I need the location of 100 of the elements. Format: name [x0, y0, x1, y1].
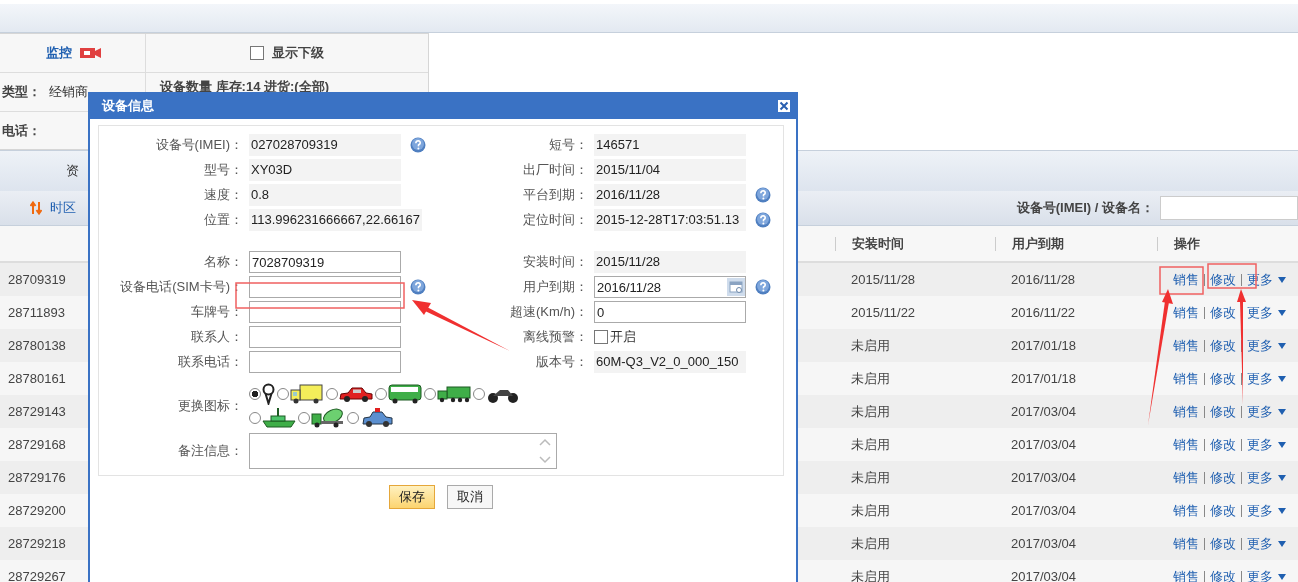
- help-icon[interactable]: [410, 279, 426, 295]
- calendar-icon[interactable]: [727, 278, 745, 296]
- help-icon[interactable]: [410, 137, 426, 153]
- field-label: 电话：: [2, 121, 41, 140]
- cancel-button[interactable]: 取消: [447, 485, 493, 509]
- table-cell-text: 2017/03/04: [1010, 404, 1078, 419]
- field-label: 速度：: [204, 187, 243, 202]
- table-cell-text: 未启用: [850, 567, 891, 582]
- action-link[interactable]: 销售: [1173, 369, 1199, 388]
- action-link[interactable]: 销售: [1173, 435, 1199, 454]
- action-link[interactable]: 更多: [1247, 468, 1273, 487]
- action-link[interactable]: 销售: [1173, 534, 1199, 553]
- caret-icon[interactable]: [1278, 375, 1286, 382]
- table-cell-text: 2017/03/04: [1010, 470, 1078, 485]
- caret-icon[interactable]: [1278, 441, 1286, 448]
- input-field[interactable]: 7028709319: [249, 251, 401, 273]
- table-cell-text: 未启用: [850, 435, 891, 454]
- help-icon[interactable]: [755, 279, 771, 295]
- help-icon[interactable]: [755, 187, 771, 203]
- checkbox[interactable]: [594, 330, 608, 344]
- table-cell-text: 未启用: [850, 336, 891, 355]
- table-cell: 28780138: [8, 338, 66, 353]
- mixer-truck-icon: [311, 407, 345, 429]
- checkbox[interactable]: [250, 46, 264, 60]
- search-field[interactable]: [1160, 196, 1298, 220]
- radio-button[interactable]: [473, 388, 485, 400]
- close-icon[interactable]: [778, 99, 790, 112]
- field-value: 027028709319: [249, 134, 401, 156]
- action-link[interactable]: 更多: [1247, 270, 1273, 289]
- column-header[interactable]: 用户到期: [995, 236, 1157, 251]
- action-link[interactable]: 修改: [1210, 369, 1236, 388]
- action-link[interactable]: 更多: [1247, 534, 1273, 553]
- action-link[interactable]: 修改: [1210, 435, 1236, 454]
- input-field[interactable]: [249, 351, 401, 373]
- radio-button[interactable]: [298, 412, 310, 424]
- radio-button[interactable]: [326, 388, 338, 400]
- input-field[interactable]: [249, 301, 401, 323]
- action-link[interactable]: 修改: [1210, 534, 1236, 553]
- column-header[interactable]: 操作: [1157, 236, 1298, 251]
- action-link[interactable]: 修改: [1210, 567, 1236, 582]
- timezone-button[interactable]: 时区: [30, 199, 76, 217]
- action-link[interactable]: 更多: [1247, 501, 1273, 520]
- action-link[interactable]: 修改: [1210, 402, 1236, 421]
- action-link[interactable]: 更多: [1247, 336, 1273, 355]
- radio-button[interactable]: [277, 388, 289, 400]
- action-link[interactable]: 更多: [1247, 435, 1273, 454]
- truck-icon: [290, 383, 324, 405]
- action-link[interactable]: 更多: [1247, 567, 1273, 582]
- action-link[interactable]: 更多: [1247, 402, 1273, 421]
- help-icon[interactable]: [755, 212, 771, 228]
- action-link[interactable]: 销售: [1173, 501, 1199, 520]
- tab[interactable]: 资: [66, 162, 79, 180]
- field-value: 146571: [594, 134, 746, 156]
- action-link[interactable]: 销售: [1173, 270, 1199, 289]
- caret-icon[interactable]: [1278, 408, 1286, 415]
- radio-button[interactable]: [347, 412, 359, 424]
- table-cell-text: 2017/01/18: [1010, 338, 1078, 353]
- action-link[interactable]: 修改: [1210, 336, 1236, 355]
- action-link[interactable]: 销售: [1173, 567, 1199, 582]
- action-link[interactable]: 修改: [1210, 303, 1236, 322]
- column-header[interactable]: 安装时间: [835, 236, 995, 251]
- video-camera-icon: [79, 47, 102, 59]
- action-link[interactable]: 修改: [1210, 468, 1236, 487]
- radio-button[interactable]: [249, 412, 261, 424]
- action-link[interactable]: 更多: [1247, 369, 1273, 388]
- radio-button[interactable]: [424, 388, 436, 400]
- action-link[interactable]: 修改: [1210, 501, 1236, 520]
- table-cell: 28729218: [8, 536, 66, 551]
- input-field[interactable]: [249, 276, 401, 298]
- radio-button[interactable]: [249, 388, 261, 400]
- radio-button[interactable]: [375, 388, 387, 400]
- field-label: 车牌号：: [191, 304, 243, 319]
- table-cell: 28729200: [8, 503, 66, 518]
- action-link[interactable]: 更多: [1247, 303, 1273, 322]
- table-cell: 28711893: [8, 305, 65, 320]
- field-label: 联系人：: [191, 329, 243, 344]
- action-link[interactable]: 销售: [1173, 336, 1199, 355]
- date-field[interactable]: 2016/11/28: [594, 276, 746, 298]
- caret-icon[interactable]: [1278, 309, 1286, 316]
- monitor-link[interactable]: 监控: [45, 44, 72, 62]
- action-link[interactable]: 销售: [1173, 468, 1199, 487]
- save-button[interactable]: 保存: [389, 485, 435, 509]
- action-link[interactable]: 销售: [1173, 303, 1199, 322]
- table-cell-text: 未启用: [850, 468, 891, 487]
- field-value: 60M-Q3_V2_0_000_150: [594, 351, 746, 373]
- caret-icon[interactable]: [1278, 474, 1286, 481]
- caret-icon[interactable]: [1278, 573, 1286, 580]
- caret-icon[interactable]: [1278, 276, 1286, 283]
- input-field[interactable]: [249, 326, 401, 348]
- field-label: 离线预警：: [523, 329, 588, 344]
- caret-icon[interactable]: [1278, 342, 1286, 349]
- field-value: 2015-12-28T17:03:51.13: [594, 209, 746, 231]
- remark-textarea[interactable]: [249, 433, 557, 469]
- caret-icon[interactable]: [1278, 540, 1286, 547]
- field-label: 平台到期：: [523, 187, 588, 202]
- caret-icon[interactable]: [1278, 507, 1286, 514]
- input-field[interactable]: 0: [594, 301, 746, 323]
- action-link[interactable]: 销售: [1173, 402, 1199, 421]
- bus-icon: [388, 383, 422, 405]
- action-link[interactable]: 修改: [1210, 270, 1236, 289]
